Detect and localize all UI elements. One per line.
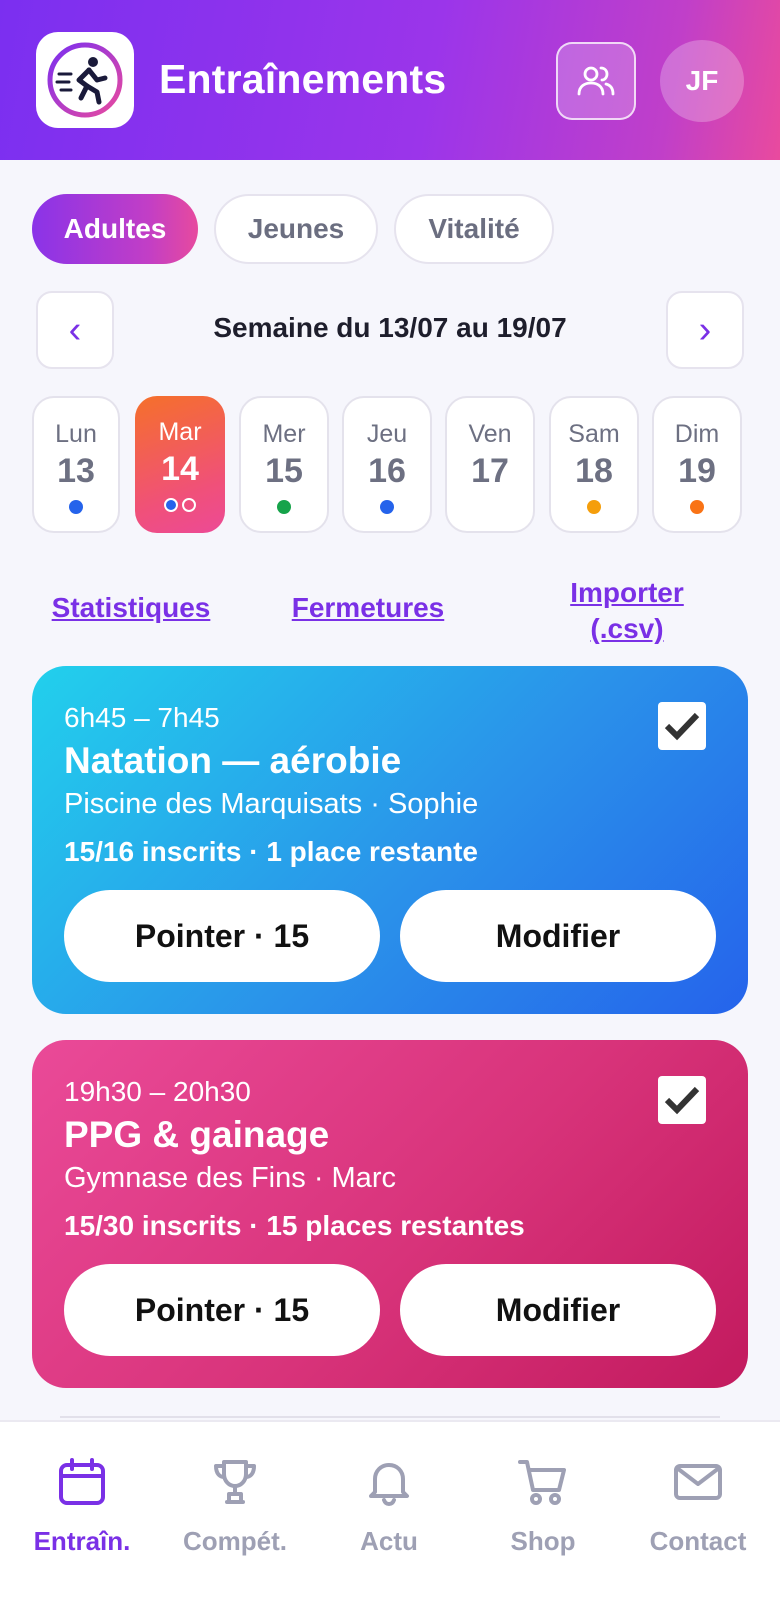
tab-adultes[interactable]: Adultes bbox=[32, 194, 198, 264]
day-event-dots bbox=[344, 500, 430, 514]
day-18[interactable]: Sam 18 bbox=[549, 396, 639, 533]
session-count: 15/16 inscrits · 1 place restante bbox=[64, 836, 478, 867]
edit-button[interactable]: Modifier bbox=[400, 890, 716, 982]
nav-shop[interactable]: Shop bbox=[465, 1422, 621, 1600]
day-name: Mer bbox=[262, 420, 306, 448]
statistics-link[interactable]: Statistiques bbox=[40, 592, 222, 624]
pointer-button[interactable]: Pointer · 15 bbox=[64, 1264, 380, 1356]
week-label: Semaine du 13/07 au 19/07 bbox=[213, 312, 567, 343]
nav-competitions[interactable]: Compét. bbox=[157, 1422, 313, 1600]
day-number: 19 bbox=[678, 452, 716, 490]
session-count: 15/30 inscrits · 15 places restantes bbox=[64, 1210, 525, 1241]
day-name: Lun bbox=[55, 420, 97, 448]
day-14[interactable]: Mar 14 bbox=[135, 396, 225, 533]
users-icon bbox=[577, 66, 615, 96]
session-checkbox[interactable] bbox=[658, 1076, 706, 1124]
day-number: 14 bbox=[161, 450, 199, 488]
prev-week-button[interactable]: ‹ bbox=[36, 291, 114, 369]
nav-label: Contact bbox=[649, 1526, 747, 1556]
day-number: 17 bbox=[471, 452, 509, 490]
nav-label: Compét. bbox=[183, 1526, 287, 1556]
chevron-left-icon: ‹ bbox=[68, 308, 82, 351]
event-dot bbox=[380, 500, 394, 514]
day-name: Jeu bbox=[366, 420, 408, 448]
event-dot bbox=[277, 500, 291, 514]
nav-news[interactable]: Actu bbox=[311, 1422, 467, 1600]
day-event-dots bbox=[654, 500, 740, 514]
day-15[interactable]: Mer 15 bbox=[239, 396, 329, 533]
check-icon bbox=[664, 1086, 700, 1115]
bottom-nav: Entraîn. Compét. Actu Shop Contact bbox=[0, 1420, 780, 1600]
day-event-dots bbox=[135, 498, 225, 512]
nav-label: Actu bbox=[360, 1526, 418, 1556]
groups-button[interactable] bbox=[556, 42, 636, 120]
tab-vitalite[interactable]: Vitalité bbox=[394, 194, 554, 264]
day-name: Ven bbox=[468, 420, 512, 448]
day-number: 13 bbox=[57, 452, 95, 490]
mail-icon bbox=[674, 1464, 722, 1500]
session-checkbox[interactable] bbox=[658, 702, 706, 750]
nav-trainings[interactable]: Entraîn. bbox=[4, 1422, 160, 1600]
cart-icon bbox=[518, 1460, 566, 1505]
bell-icon bbox=[369, 1463, 409, 1506]
event-dot bbox=[182, 498, 196, 512]
day-16[interactable]: Jeu 16 bbox=[342, 396, 432, 533]
session-title: Natation — aérobie bbox=[64, 740, 402, 781]
session-place: Gymnase des Fins · Marc bbox=[64, 1162, 396, 1194]
day-19[interactable]: Dim 19 bbox=[652, 396, 742, 533]
avatar[interactable]: JF bbox=[660, 40, 744, 122]
app-logo[interactable] bbox=[36, 32, 134, 128]
day-17[interactable]: Ven 17 bbox=[445, 396, 535, 533]
event-dot bbox=[69, 500, 83, 514]
import-link-line1: Importer bbox=[570, 577, 684, 608]
day-number: 16 bbox=[368, 452, 406, 490]
day-name: Sam bbox=[568, 420, 620, 448]
day-name: Mar bbox=[158, 418, 202, 446]
event-dot bbox=[587, 500, 601, 514]
day-13[interactable]: Lun 13 bbox=[32, 396, 120, 533]
tab-jeunes[interactable]: Jeunes bbox=[214, 194, 378, 264]
session-card: 19h30 – 20h30 PPG & gainage Gymnase des … bbox=[32, 1040, 748, 1388]
import-link-line2: (.csv) bbox=[590, 613, 664, 644]
trophy-icon bbox=[214, 1460, 256, 1504]
session-title: PPG & gainage bbox=[64, 1114, 330, 1155]
import-csv-link[interactable]: Importer (.csv) bbox=[560, 575, 694, 647]
session-card: 6h45 – 7h45 Natation — aérobie Piscine d… bbox=[32, 666, 748, 1014]
day-number: 15 bbox=[265, 452, 303, 490]
day-number: 18 bbox=[575, 452, 613, 490]
nav-label: Shop bbox=[510, 1526, 576, 1556]
check-icon bbox=[664, 712, 700, 741]
next-week-button[interactable]: › bbox=[666, 291, 744, 369]
pointer-button[interactable]: Pointer · 15 bbox=[64, 890, 380, 982]
closures-link[interactable]: Fermetures bbox=[276, 592, 460, 624]
day-event-dots bbox=[551, 500, 637, 514]
event-dot bbox=[690, 500, 704, 514]
chevron-right-icon: › bbox=[698, 308, 712, 351]
nav-label: Entraîn. bbox=[33, 1526, 131, 1556]
calendar-icon bbox=[59, 1458, 105, 1505]
nav-contact[interactable]: Contact bbox=[620, 1422, 776, 1600]
session-place: Piscine des Marquisats · Sophie bbox=[64, 788, 479, 820]
session-time: 19h30 – 20h30 bbox=[64, 1076, 251, 1107]
session-time: 6h45 – 7h45 bbox=[64, 702, 220, 733]
day-event-dots bbox=[241, 500, 327, 514]
day-event-dots bbox=[34, 500, 118, 514]
edit-button[interactable]: Modifier bbox=[400, 1264, 716, 1356]
runner-logo-icon bbox=[47, 42, 123, 118]
day-name: Dim bbox=[674, 420, 720, 448]
page-title: Entraînements bbox=[159, 56, 447, 102]
event-dot bbox=[164, 498, 178, 512]
app-header: Entraînements JF bbox=[0, 0, 780, 160]
